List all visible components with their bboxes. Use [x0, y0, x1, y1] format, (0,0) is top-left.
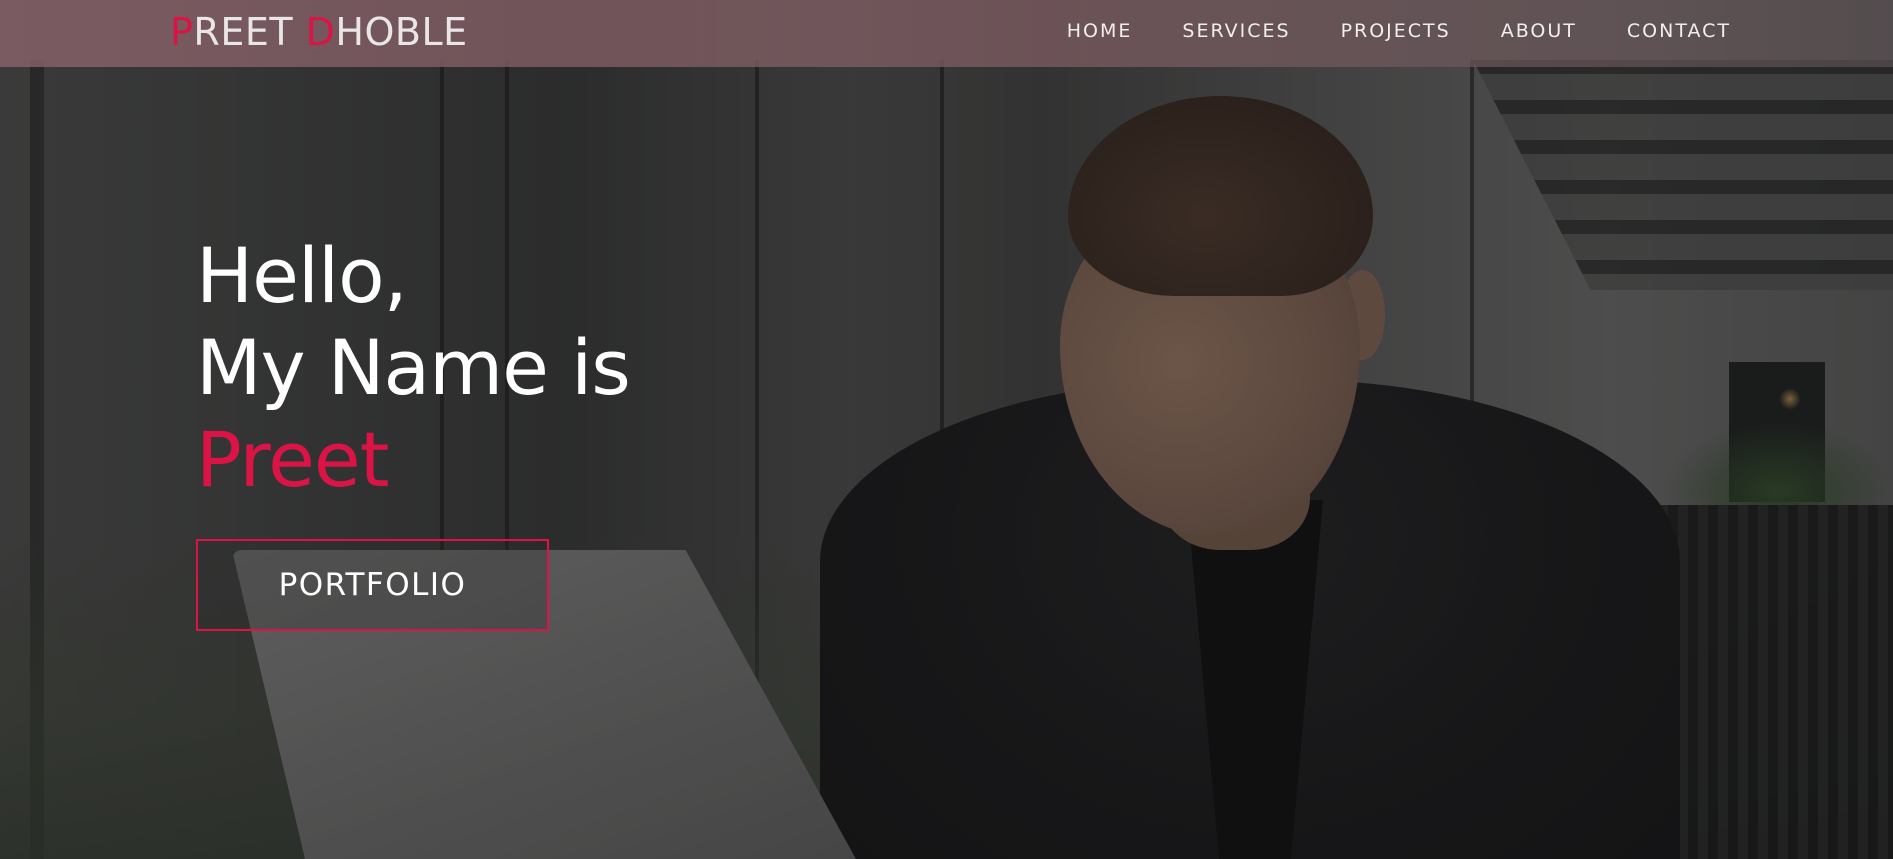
nav-projects[interactable]: PROJECTS — [1341, 20, 1451, 42]
hero-intro: My Name is — [196, 323, 631, 412]
logo-initial-last: D — [305, 10, 336, 54]
portfolio-button[interactable]: PORTFOLIO — [196, 539, 549, 631]
nav-services[interactable]: SERVICES — [1182, 20, 1290, 42]
navbar: PREET DHOBLE HOME SERVICES PROJECTS ABOU… — [0, 0, 1893, 67]
hero-name: Preet — [196, 415, 389, 504]
site-logo[interactable]: PREET DHOBLE — [170, 10, 468, 54]
hero-heading: Hello, My Name is Preet — [196, 230, 631, 506]
nav-about[interactable]: ABOUT — [1501, 20, 1577, 42]
logo-first-name: REET — [193, 10, 294, 54]
hero-section: PREET DHOBLE HOME SERVICES PROJECTS ABOU… — [0, 0, 1893, 859]
logo-initial-first: P — [170, 10, 194, 54]
nav-home[interactable]: HOME — [1067, 20, 1133, 42]
hero-greeting: Hello, — [196, 231, 408, 320]
main-nav: HOME SERVICES PROJECTS ABOUT CONTACT — [1067, 20, 1731, 42]
nav-contact[interactable]: CONTACT — [1627, 20, 1731, 42]
portfolio-button-label: PORTFOLIO — [278, 567, 467, 603]
logo-last-name: HOBLE — [335, 10, 468, 54]
